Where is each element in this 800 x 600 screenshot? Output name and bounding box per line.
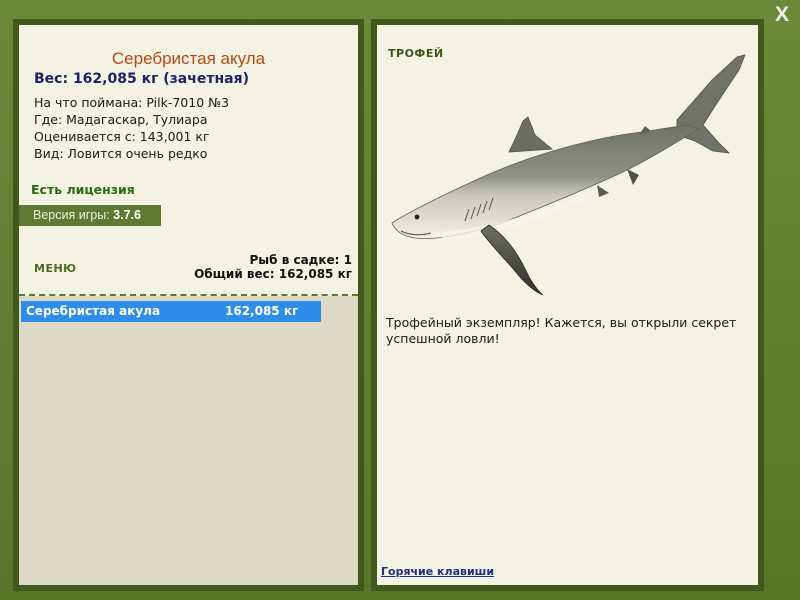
- shark-image: [391, 54, 746, 296]
- value-line: Оценивается с: 143,001 кг: [34, 129, 210, 144]
- version-bar: Версия игры: 3.7.6: [19, 205, 161, 226]
- catch-list-item[interactable]: Серебристая акула 162,085 кг: [21, 301, 321, 322]
- keepnet-count: Рыб в садке: 1: [249, 253, 353, 267]
- shark-tail: [676, 54, 746, 154]
- fish-info-panel: Серебристая акула Вес: 162,085 кг (зачет…: [19, 25, 358, 585]
- license-status: Есть лицензия: [31, 182, 135, 197]
- rarity-line: Вид: Ловится очень редко: [34, 146, 208, 161]
- location-line: Где: Мадагаскар, Тулиара: [34, 112, 208, 127]
- bait-line: На что поймана: Pilk-7010 №3: [34, 95, 230, 110]
- hotkeys-link[interactable]: Горячие клавиши: [381, 565, 494, 578]
- keepnet-total-weight: Общий вес: 162,085 кг: [194, 267, 352, 281]
- catch-item-name: Серебристая акула: [26, 304, 161, 318]
- menu-heading: МЕНЮ: [34, 262, 77, 275]
- trophy-description: Трофейный экземпляр! Кажется, вы открыли…: [386, 315, 737, 346]
- catch-item-weight: 162,085 кг: [225, 304, 299, 318]
- catch-list: Серебристая акула 162,085 кг: [19, 296, 358, 585]
- shark-eye: [414, 214, 420, 220]
- keepnet-totals: Рыб в садке: 1 Общий вес: 162,085 кг: [194, 253, 352, 281]
- fish-title: Серебристая акула: [111, 49, 266, 68]
- fish-weight: Вес: 162,085 кг (зачетная): [34, 71, 249, 87]
- trophy-panel: ТРОФЕЙ Трофейный экземпляр! Кажется, вы …: [377, 25, 758, 585]
- version-label: Версия игры:: [33, 208, 114, 222]
- version-value: 3.7.6: [113, 208, 141, 222]
- shark-body: [391, 124, 700, 239]
- fish-details: На что поймана: Pilk-7010 №3 Где: Мадага…: [34, 94, 229, 162]
- close-button[interactable]: X: [772, 4, 792, 26]
- shark-pectoral-fin: [480, 224, 544, 296]
- shark-dorsal-fin: [508, 116, 554, 153]
